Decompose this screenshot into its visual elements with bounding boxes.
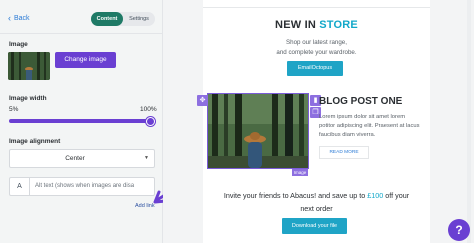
heading-store: STORE <box>319 19 358 31</box>
blog-image[interactable] <box>208 94 308 168</box>
alt-text-icon: A <box>10 178 30 195</box>
image-alignment-select[interactable]: Center ▼ <box>9 149 155 168</box>
back-label: Back <box>14 15 30 22</box>
new-in-store-heading: NEW IN STORE <box>203 19 430 31</box>
image-block-tag: Image <box>292 169 308 176</box>
change-image-button[interactable]: Change image <box>55 52 116 68</box>
heading-new-in: NEW IN <box>275 19 316 31</box>
read-more-button[interactable]: READ MORE <box>319 146 369 159</box>
email-top-block <box>203 0 430 8</box>
image-width-slider[interactable] <box>9 119 151 123</box>
chevron-down-icon: ▼ <box>144 155 149 161</box>
back-link[interactable]: ‹ Back <box>8 13 30 23</box>
editor-root: ‹ Back Content Settings Image Change ima… <box>0 0 474 243</box>
width-max-label: 100% <box>140 106 157 113</box>
blog-title: BLOG POST ONE <box>319 96 403 107</box>
alt-text-field[interactable]: A Alt text (shows when images are disa <box>9 177 155 196</box>
image-width-label: Image width <box>9 95 47 102</box>
invite-pre: Invite your friends to Abacus! and save … <box>223 191 366 200</box>
download-button[interactable]: Download your file <box>282 218 347 234</box>
content-settings-toggle[interactable]: Content Settings <box>91 12 155 26</box>
invite-line-2: next order <box>300 204 333 213</box>
move-icon[interactable]: ✥ <box>197 95 208 106</box>
image-thumbnail <box>8 52 50 80</box>
canvas-scrollbar[interactable] <box>467 0 471 243</box>
image-width-slider-handle[interactable] <box>146 116 155 126</box>
invite-text: Invite your friends to Abacus! and save … <box>203 189 430 215</box>
blog-body: Lorem ipsum dolor sit amet lorem potitor… <box>319 114 420 138</box>
width-min-label: 5% <box>9 106 19 113</box>
alignment-value: Center <box>65 155 85 162</box>
shop-description: Shop our latest range, and complete your… <box>203 38 430 57</box>
invite-post: off your <box>385 191 410 200</box>
cta-button[interactable]: EmailOctopus <box>287 61 343 76</box>
image-alignment-label: Image alignment <box>9 138 61 145</box>
shop-line-2: and complete your wardrobe. <box>276 48 357 56</box>
help-button[interactable]: ? <box>448 219 470 241</box>
sidebar-divider <box>0 33 163 34</box>
invite-amount: £100 <box>367 191 384 200</box>
tab-content[interactable]: Content <box>91 12 123 26</box>
shop-line-1: Shop our latest range, <box>286 39 347 46</box>
image-section-label: Image <box>9 41 28 48</box>
chevron-left-icon: ‹ <box>8 13 11 23</box>
tab-settings[interactable]: Settings <box>123 12 155 26</box>
